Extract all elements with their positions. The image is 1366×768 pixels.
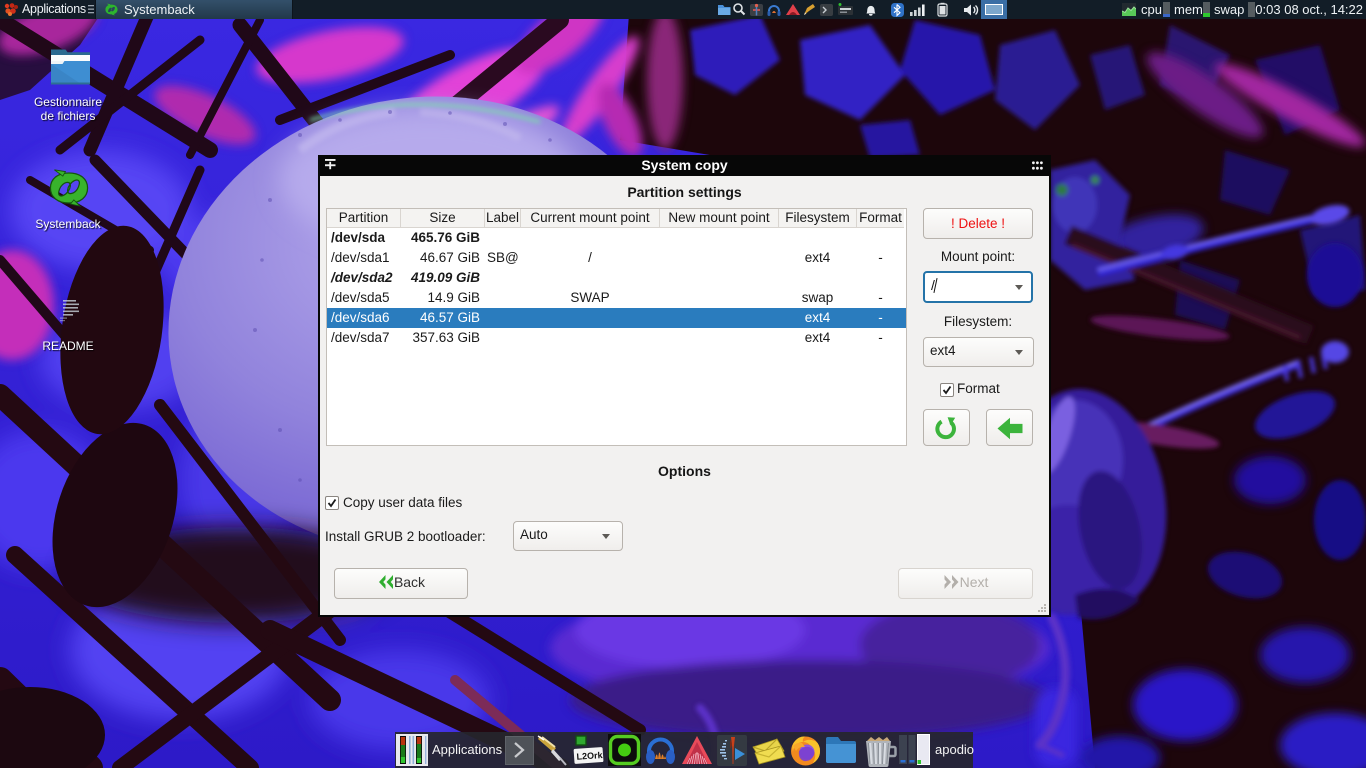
svg-text:L2Ork: L2Ork bbox=[576, 750, 604, 762]
